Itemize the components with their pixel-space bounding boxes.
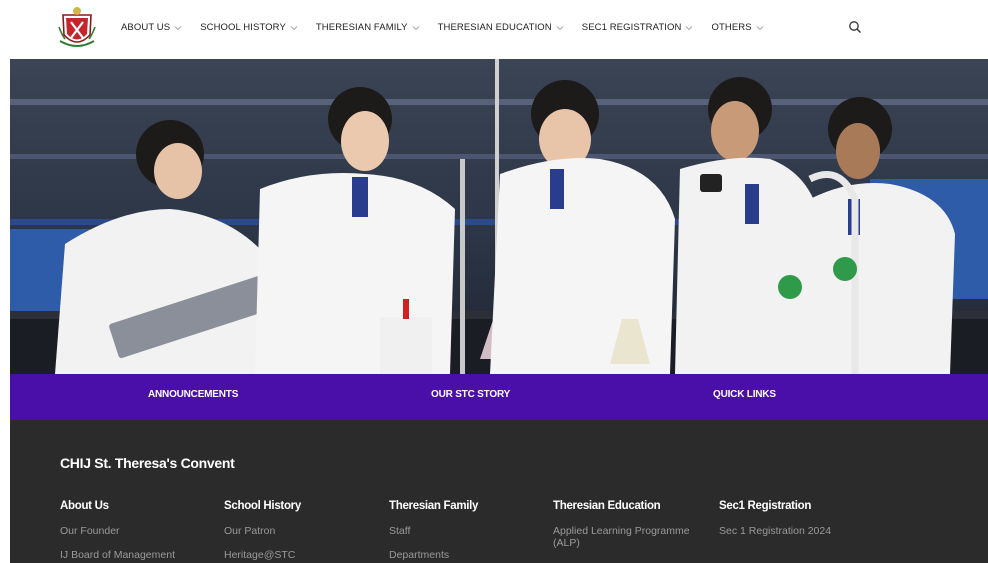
nav-label: THERESIAN FAMILY bbox=[315, 22, 408, 33]
footer-column-heading: Theresian Family bbox=[389, 500, 479, 512]
nav-about-us[interactable]: ABOUT US bbox=[121, 22, 182, 33]
chevron-down-icon bbox=[290, 25, 298, 30]
main-nav: ABOUT US SCHOOL HISTORY THERESIAN FAMILY… bbox=[121, 22, 782, 33]
footer-link[interactable]: IJ Board of Management bbox=[60, 549, 220, 561]
footer-column-theresian-education: Theresian Education Applied Learning Pro… bbox=[553, 500, 703, 549]
footer-column-school-history: School History Our Patron Heritage@STC bbox=[224, 500, 384, 561]
nav-theresian-family[interactable]: THERESIAN FAMILY bbox=[316, 22, 420, 33]
footer-column-theresian-family: Theresian Family Staff Departments bbox=[389, 500, 549, 561]
footer-link[interactable]: Sec 1 Registration 2024 bbox=[719, 525, 879, 537]
footer-column-sec1-registration: Sec1 Registration Sec 1 Registration 202… bbox=[719, 500, 879, 537]
footer-column-heading: About Us bbox=[60, 500, 109, 512]
nav-label: OTHERS bbox=[711, 22, 752, 33]
school-crest-logo[interactable] bbox=[57, 5, 97, 51]
announcements-link[interactable]: ANNOUNCEMENTS bbox=[148, 389, 238, 400]
footer-link[interactable]: Our Patron bbox=[224, 525, 384, 537]
site-header: ABOUT US SCHOOL HISTORY THERESIAN FAMILY… bbox=[0, 0, 988, 58]
footer-link[interactable]: Applied Learning Programme (ALP) bbox=[553, 525, 703, 549]
students-in-lab-photo bbox=[10, 59, 988, 374]
footer-link[interactable]: Our Founder bbox=[60, 525, 220, 537]
quick-links-bar: ANNOUNCEMENTS OUR STC STORY QUICK LINKS bbox=[10, 374, 988, 420]
footer-school-name: CHIJ St. Theresa's Convent bbox=[60, 455, 235, 471]
nav-label: ABOUT US bbox=[121, 22, 171, 33]
footer-column-about-us: About Us Our Founder IJ Board of Managem… bbox=[60, 500, 220, 561]
nav-label: SCHOOL HISTORY bbox=[200, 22, 286, 33]
footer-column-heading: Sec1 Registration bbox=[719, 500, 812, 512]
footer-link[interactable]: Staff bbox=[389, 525, 549, 537]
chevron-down-icon bbox=[756, 25, 764, 30]
our-stc-story-link[interactable]: OUR STC STORY bbox=[431, 389, 510, 400]
chevron-down-icon bbox=[556, 25, 564, 30]
footer-link[interactable]: Heritage@STC bbox=[224, 549, 384, 561]
chevron-down-icon bbox=[174, 25, 182, 30]
nav-theresian-education[interactable]: THERESIAN EDUCATION bbox=[438, 22, 564, 33]
nav-label: SEC1 REGISTRATION bbox=[581, 22, 682, 33]
footer-column-heading: School History bbox=[224, 500, 301, 512]
site-footer: CHIJ St. Theresa's Convent About Us Our … bbox=[10, 420, 988, 563]
nav-others[interactable]: OTHERS bbox=[711, 22, 764, 33]
nav-label: THERESIAN EDUCATION bbox=[437, 22, 552, 33]
nav-sec1-registration[interactable]: SEC1 REGISTRATION bbox=[582, 22, 694, 33]
chevron-down-icon bbox=[412, 25, 419, 30]
nav-school-history[interactable]: SCHOOL HISTORY bbox=[200, 22, 298, 33]
footer-link[interactable]: Departments bbox=[389, 549, 549, 561]
hero-image bbox=[10, 59, 988, 374]
footer-column-heading: Theresian Education bbox=[553, 500, 661, 512]
chevron-down-icon bbox=[686, 25, 693, 30]
quick-links-link[interactable]: QUICK LINKS bbox=[713, 389, 776, 400]
search-icon[interactable] bbox=[848, 20, 862, 34]
